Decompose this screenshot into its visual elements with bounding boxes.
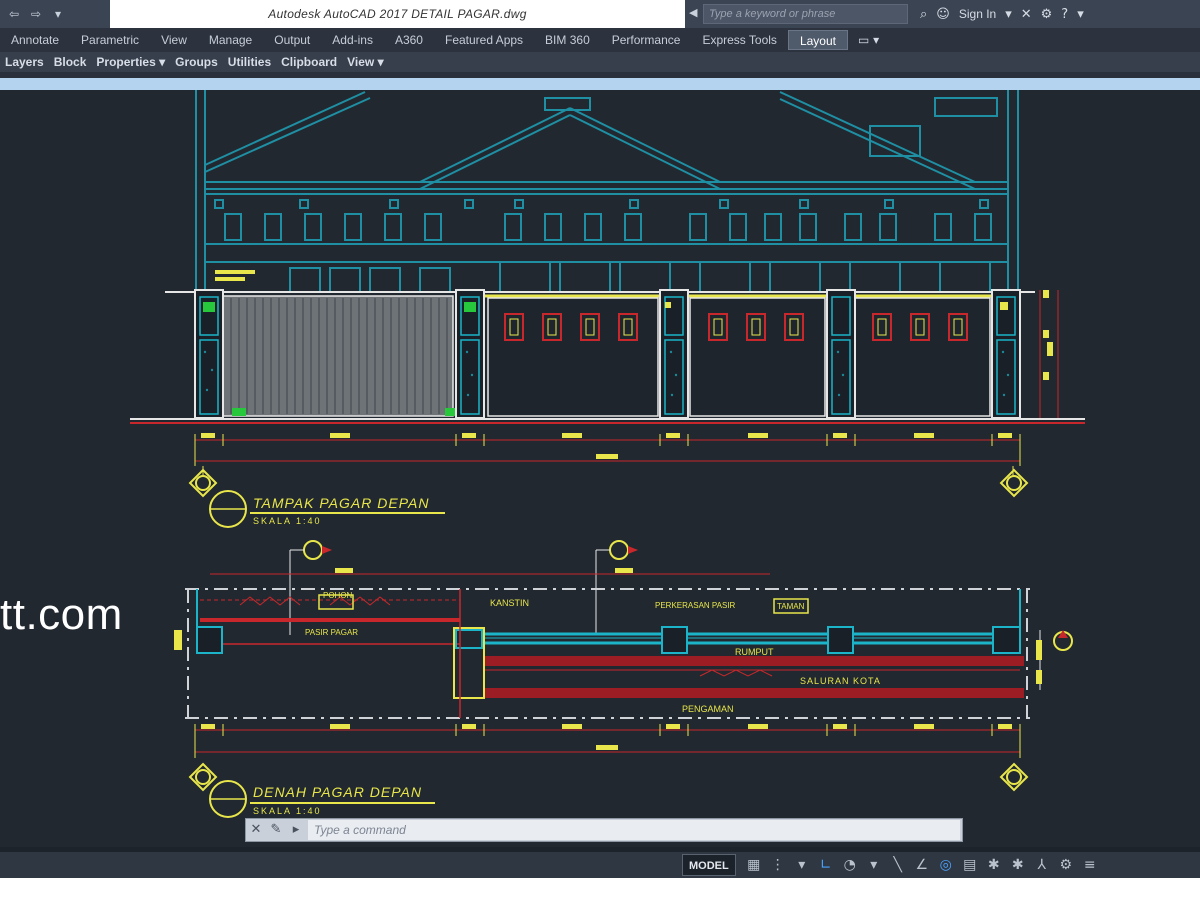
user-icon[interactable]: ☺ xyxy=(936,7,950,22)
title-dropdown-icon[interactable]: ◀ xyxy=(689,6,697,19)
command-line: ✕ ✎ ▸ xyxy=(245,818,963,842)
page-footer xyxy=(0,878,1200,900)
document-title-box: Autodesk AutoCAD 2017 DETAIL PAGAR.dwg xyxy=(110,0,685,28)
cad-drawing: TAMPAK PAGAR DEPAN SKALA 1:40 KANSTIN PO… xyxy=(130,90,1085,818)
quick-access-toolbar: ⇦ ⇨ ▾ xyxy=(0,0,108,28)
tab-output[interactable]: Output xyxy=(263,30,321,50)
help-dropdown-icon[interactable]: ▾ xyxy=(1077,7,1084,22)
panel-block[interactable]: Block xyxy=(49,55,92,69)
panel-groups[interactable]: Groups xyxy=(170,55,223,69)
tab-bim-360[interactable]: BIM 360 xyxy=(534,30,601,50)
search-input[interactable] xyxy=(709,8,904,20)
elevation-scale: SKALA 1:40 xyxy=(253,516,322,526)
elevation-title: TAMPAK PAGAR DEPAN xyxy=(253,495,429,511)
elevation-fence xyxy=(130,270,1085,424)
tab-layout[interactable]: Layout xyxy=(787,30,848,50)
model-space-button[interactable]: MODEL xyxy=(682,854,736,876)
ribbon-panel-bar: Layers Block Properties ▾ Groups Utiliti… xyxy=(0,52,1200,72)
command-input[interactable] xyxy=(314,823,954,837)
title-right-tools: ⌕ ☺ Sign In ▾ ✕ ⚙ ? ▾ xyxy=(914,0,1200,28)
status-tools: MODEL ▦ ⋮ ▾ ∟ ◔ ▾ ╲ ∠ ◎ ▤ ✱ ✱ ⅄ ⚙ ≡ xyxy=(682,852,1102,878)
forward-arrow-icon[interactable]: ⇨ xyxy=(28,6,44,22)
building-windows xyxy=(214,199,992,293)
prompt-icon[interactable]: ▸ xyxy=(286,819,306,841)
panel-layers[interactable]: Layers xyxy=(0,55,49,69)
binoculars-icon[interactable]: ⌕ xyxy=(920,7,927,22)
wrench-icon[interactable]: ✎ xyxy=(266,819,286,841)
label-pohon: POHON xyxy=(323,591,353,600)
plan-fence: KANSTIN POHON PASIR PAGAR PERKERASAN PAS… xyxy=(174,540,1073,758)
plan-scale: SKALA 1:40 xyxy=(253,806,322,816)
file-tab-strip xyxy=(0,78,1200,90)
workspace-icon[interactable]: ⚙ xyxy=(1054,854,1078,876)
annotation-visibility-icon[interactable]: ✱ xyxy=(1006,854,1030,876)
tab-a360[interactable]: A360 xyxy=(384,30,434,50)
polar-icon[interactable]: ◔ xyxy=(838,854,862,876)
elevation-title-block: TAMPAK PAGAR DEPAN SKALA 1:40 xyxy=(209,490,445,528)
label-pasir-pagar: PASIR PAGAR xyxy=(305,628,358,637)
sign-in-dropdown-icon[interactable]: ▾ xyxy=(1005,7,1012,22)
label-taman: TAMAN xyxy=(777,602,805,611)
panel-clipboard[interactable]: Clipboard xyxy=(276,55,342,69)
label-kanstin: KANSTIN xyxy=(490,598,529,608)
ortho-icon[interactable]: ∟ xyxy=(814,854,838,876)
label-perkerasan: PERKERASAN PASIR xyxy=(655,601,736,610)
panel-properties[interactable]: Properties ▾ xyxy=(91,55,170,69)
tab-performance[interactable]: Performance xyxy=(601,30,692,50)
panel-utilities[interactable]: Utilities xyxy=(223,55,276,69)
sign-in-button[interactable]: Sign In xyxy=(959,7,996,21)
dropdown-arrow-icon[interactable]: ▾ xyxy=(50,6,66,22)
ribbon-tabs: Annotate Parametric View Manage Output A… xyxy=(0,28,1200,52)
label-rumput: RUMPUT xyxy=(735,647,774,657)
polar-dropdown-icon[interactable]: ▾ xyxy=(862,854,886,876)
autoscale-icon[interactable]: ⅄ xyxy=(1030,854,1054,876)
background-building xyxy=(195,90,1019,290)
exchange-icon[interactable]: ✕ xyxy=(1021,7,1032,22)
drawing-canvas[interactable]: TAMPAK PAGAR DEPAN SKALA 1:40 KANSTIN PO… xyxy=(0,90,1200,847)
snap-dropdown-icon[interactable]: ▾ xyxy=(790,854,814,876)
label-saluran: SALURAN KOTA xyxy=(800,676,881,686)
panel-view[interactable]: View ▾ xyxy=(342,55,389,69)
elevation-dimensions xyxy=(194,433,1021,475)
watermark-text: tt.com xyxy=(0,590,123,639)
status-bar: MODEL ▦ ⋮ ▾ ∟ ◔ ▾ ╲ ∠ ◎ ▤ ✱ ✱ ⅄ ⚙ ≡ xyxy=(0,852,1200,878)
document-title: Autodesk AutoCAD 2017 DETAIL PAGAR.dwg xyxy=(268,7,527,21)
isodraft-icon[interactable]: ╲ xyxy=(886,854,910,876)
tab-add-ins[interactable]: Add-ins xyxy=(321,30,384,50)
grid-icon[interactable]: ▦ xyxy=(742,854,766,876)
osnap-icon[interactable]: ∠ xyxy=(910,854,934,876)
customize-icon[interactable]: ≡ xyxy=(1078,854,1102,876)
tab-annotate[interactable]: Annotate xyxy=(0,30,70,50)
object-snap-icon[interactable]: ◎ xyxy=(934,854,958,876)
annotation-scale-icon[interactable]: ✱ xyxy=(982,854,1006,876)
cart-icon[interactable]: ⚙ xyxy=(1041,7,1053,22)
search-box[interactable] xyxy=(703,4,908,24)
label-pengaman: PENGAMAN xyxy=(682,704,734,714)
tab-featured-apps[interactable]: Featured Apps xyxy=(434,30,534,50)
tab-parametric[interactable]: Parametric xyxy=(70,30,150,50)
close-icon[interactable]: ✕ xyxy=(246,819,266,841)
ribbon-options-icon[interactable]: ▭ ▾ xyxy=(848,33,879,47)
tab-express-tools[interactable]: Express Tools xyxy=(691,30,787,50)
plan-title: DENAH PAGAR DEPAN xyxy=(253,784,422,800)
title-bar: ⇦ ⇨ ▾ Autodesk AutoCAD 2017 DETAIL PAGAR… xyxy=(0,0,1200,28)
command-input-wrap xyxy=(308,820,960,840)
plan-title-block: DENAH PAGAR DEPAN SKALA 1:40 xyxy=(209,780,435,818)
tab-manage[interactable]: Manage xyxy=(198,30,263,50)
tab-view[interactable]: View xyxy=(150,30,198,50)
back-arrow-icon[interactable]: ⇦ xyxy=(6,6,22,22)
help-icon[interactable]: ? xyxy=(1061,7,1068,22)
snap-icon[interactable]: ⋮ xyxy=(766,854,790,876)
lineweight-icon[interactable]: ▤ xyxy=(958,854,982,876)
